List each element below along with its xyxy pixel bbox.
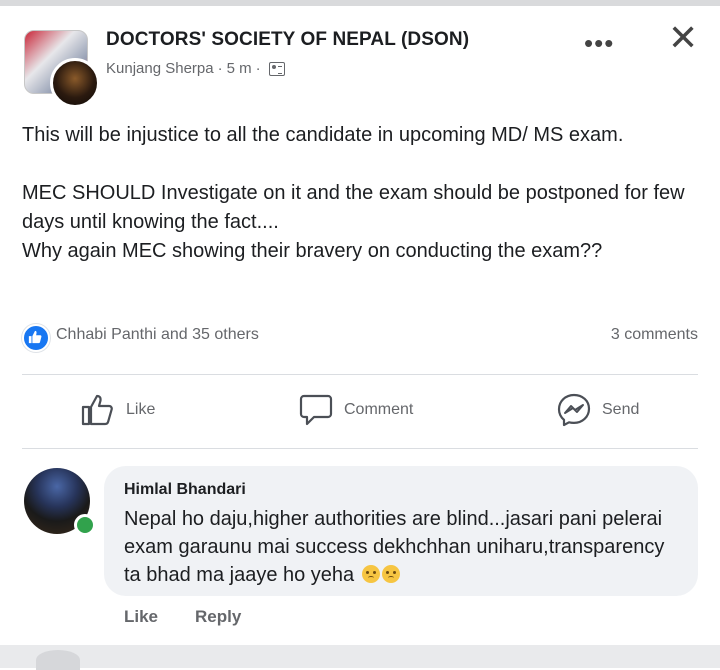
messenger-icon <box>557 393 591 427</box>
close-button[interactable]: ✕ <box>668 20 698 56</box>
thumbs-up-icon <box>81 394 113 426</box>
author-name[interactable]: Kunjang Sherpa <box>106 60 214 77</box>
author-avatar <box>50 58 100 108</box>
group-name[interactable]: DOCTORS' SOCIETY OF NEPAL (DSON) <box>106 29 469 51</box>
post-time[interactable]: 5 m <box>227 60 252 77</box>
comment-label: Comment <box>344 401 414 418</box>
meta-separator: · <box>255 60 261 77</box>
group-privacy-icon <box>268 61 285 76</box>
like-reaction-icon[interactable] <box>22 324 50 352</box>
online-status-icon <box>74 514 96 536</box>
comment-icon <box>299 394 333 426</box>
post-text: This will be injustice to all the candid… <box>22 124 685 262</box>
post-meta: Kunjang Sherpa · 5 m · <box>106 60 285 77</box>
like-label: Like <box>126 401 156 418</box>
bottom-bar <box>0 645 720 668</box>
like-button[interactable]: Like <box>80 392 155 428</box>
comment-like-button[interactable]: Like <box>124 607 158 627</box>
sad-face-emoji-icon <box>361 565 380 583</box>
sad-face-emoji-icon <box>381 565 400 583</box>
send-label: Send <box>602 401 640 418</box>
meta-separator: · <box>217 60 223 77</box>
post-avatar[interactable] <box>20 28 100 108</box>
thumbs-up-icon <box>28 330 42 344</box>
commenter-name[interactable]: Himlal Bhandari <box>124 481 246 499</box>
next-comment-avatar <box>36 650 80 670</box>
top-edge <box>0 0 720 6</box>
comments-count[interactable]: 3 comments <box>611 326 698 344</box>
comment-button[interactable]: Comment <box>298 392 413 428</box>
comment-text-block: Nepal ho daju,higher authorities are bli… <box>124 505 684 589</box>
divider <box>22 374 698 375</box>
send-button[interactable]: Send <box>556 392 639 428</box>
divider <box>22 448 698 449</box>
more-options-button[interactable]: ••• <box>584 28 614 59</box>
comment-reply-button[interactable]: Reply <box>195 607 241 627</box>
reaction-summary[interactable]: Chhabi Panthi and 35 others <box>56 326 259 344</box>
